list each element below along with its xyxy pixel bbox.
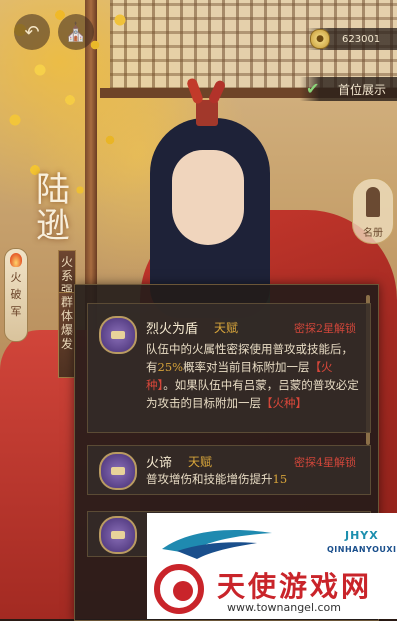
back-button[interactable]: ↶: [14, 14, 50, 50]
coin-icon: ●: [310, 29, 330, 49]
description-fragment: 25%: [157, 360, 184, 374]
angel-logo-icon: [154, 564, 204, 614]
first-showcase-toggle[interactable]: ✔ 首位展示: [300, 77, 397, 101]
watermark-pinyin: QINHANYOUXI: [327, 545, 397, 554]
fire-icon: [10, 253, 22, 267]
skill-unlock: 密探4星解锁: [294, 456, 356, 469]
description-fragment: 15: [272, 472, 288, 486]
description-fragment: 。如果队伍中有吕蒙，吕蒙的普攻必定为攻击的目标附加一层: [146, 378, 359, 410]
description-fragment: 普攻增伤和技能增伤提升: [146, 472, 273, 486]
skill-card[interactable]: 火谛 天赋 密探4星解锁 普攻增伤和技能增伤提升15: [87, 445, 371, 495]
watermark: JHYX QINHANYOUXI 天使游戏网 www.townangel.com: [147, 513, 397, 619]
currency-value: 623001: [342, 33, 381, 45]
skill-type: 天赋: [188, 455, 213, 469]
skill-unlock: 密探2星解锁: [294, 322, 356, 335]
showcase-label: 首位展示: [338, 82, 387, 97]
checkmark-icon: ✔: [306, 79, 320, 98]
skill-icon: [99, 452, 137, 490]
watermark-logo: [162, 529, 272, 559]
watermark-url: www.townangel.com: [227, 601, 341, 614]
name-char: 逊: [36, 206, 70, 246]
skill-type: 天赋: [214, 321, 239, 335]
skill-name: 火谛: [146, 456, 173, 471]
badge-char: 火: [10, 271, 22, 284]
description-fragment: 【火种】: [261, 396, 307, 410]
watermark-title: 天使游戏网: [217, 570, 373, 603]
character-name: 陆 逊: [26, 172, 80, 250]
famous-book-label: 名册: [363, 228, 383, 239]
skill-description: 队伍中的火属性密探使用普攻或技能后，有25%概率对当前目标附加一层【火种】。如果…: [146, 340, 360, 412]
skill-description: 普攻增伤和技能增伤提升15: [146, 470, 360, 488]
badge-char: 破: [10, 288, 22, 301]
character-face: [172, 150, 244, 245]
famous-book-button[interactable]: 名册: [352, 178, 394, 244]
character-crown: [196, 100, 218, 126]
skill-card[interactable]: 烈火为盾 天赋 密探2星解锁 队伍中的火属性密探使用普攻或技能后，有25%概率对…: [87, 303, 371, 433]
name-char: 陆: [36, 170, 70, 210]
figure-icon: [366, 187, 380, 217]
skill-name: 烈火为盾: [146, 322, 199, 337]
pavilion-icon: ⛪: [64, 21, 88, 43]
currency-display: ● 623001: [306, 28, 397, 50]
description-fragment: 概率对当前目标附加一层: [183, 360, 310, 374]
skill-icon: [99, 316, 137, 354]
back-arrow-icon: ↶: [24, 21, 40, 43]
skill-icon: [99, 516, 137, 554]
watermark-code: JHYX: [345, 529, 379, 542]
home-button[interactable]: ⛪: [58, 14, 94, 50]
element-badge: 火 破 军: [4, 248, 28, 342]
badge-char: 军: [10, 305, 22, 318]
